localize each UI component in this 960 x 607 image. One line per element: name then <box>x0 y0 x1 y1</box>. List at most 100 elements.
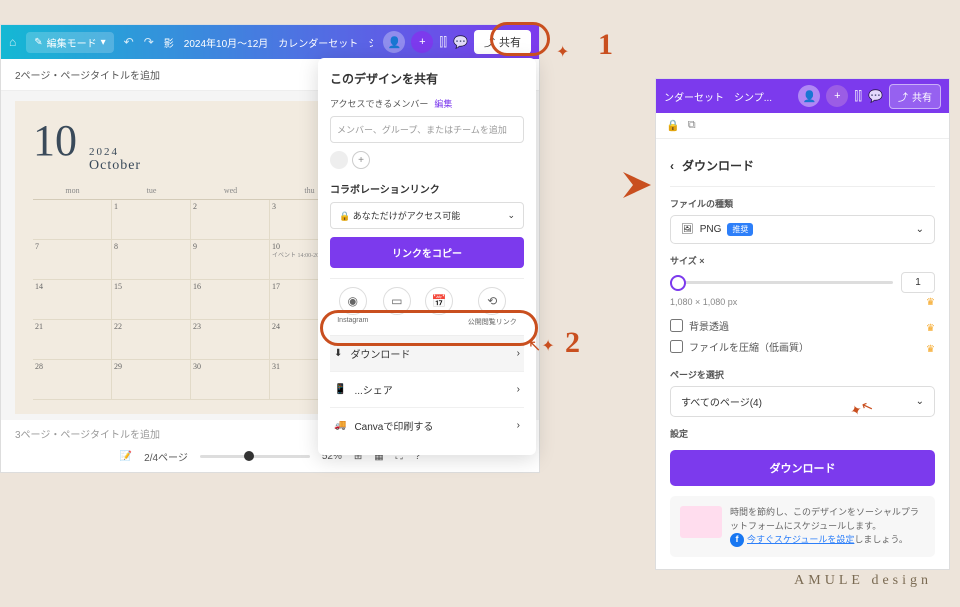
crown-icon: ♛ <box>926 323 935 334</box>
day-cell: 16 <box>191 280 270 320</box>
month-number: 10 <box>33 115 77 166</box>
avatar[interactable]: 👤 <box>383 31 405 53</box>
annotation-arrow <box>573 160 653 213</box>
device-icon: ▭ <box>383 287 411 315</box>
download-menu-item[interactable]: ⬇ダウンロード › <box>330 336 524 372</box>
day-cell: 30 <box>191 360 270 400</box>
filetype-select[interactable]: 🖼PNG推奨 ⌄ <box>670 215 935 244</box>
chevron-right-icon: › <box>517 384 520 395</box>
print-menu-item[interactable]: 🚚Canvaで印刷する › <box>330 408 524 443</box>
day-cell: 8 <box>112 240 191 280</box>
share-button[interactable]: ⤴ 共有 <box>889 84 941 109</box>
annotation-number-2: 2 <box>565 326 580 360</box>
schedule-promo: 時間を節約し、このデザインをソーシャルプラットフォームにスケジュールします。 f… <box>670 496 935 557</box>
comment-icon[interactable]: 💬 <box>868 89 883 103</box>
crown-icon: ♛ <box>926 344 935 355</box>
annotation-number-1: 1 <box>598 28 613 62</box>
facebook-icon: f <box>730 533 744 547</box>
analytics-icon[interactable]: ⫿⫿ <box>854 89 862 104</box>
filetype-label: ファイルの種類 <box>670 197 935 210</box>
day-cell <box>33 200 112 240</box>
add-member-icon[interactable]: + <box>826 85 848 107</box>
compress-checkbox[interactable]: ファイルを圧縮（低画質） <box>670 339 809 354</box>
day-cell: 7 <box>33 240 112 280</box>
add-member-button[interactable]: + <box>352 151 370 169</box>
day-cell: 2 <box>191 200 270 240</box>
settings-label: 設定 <box>670 427 935 440</box>
instagram-share[interactable]: ◉Instagram <box>337 287 368 327</box>
image-icon: 🖼 <box>681 224 694 235</box>
add-member-icon[interactable]: + <box>411 31 433 53</box>
chevron-right-icon: › <box>517 420 520 431</box>
schedule-link[interactable]: 今すぐスケジュールを設定 <box>747 534 854 544</box>
print-icon: 🚚 <box>334 420 346 431</box>
day-cell: 1 <box>112 200 191 240</box>
download-button[interactable]: ダウンロード <box>670 450 935 486</box>
chevron-down-icon: ⌄ <box>916 224 924 235</box>
dimensions-text: 1,080 × 1,080 px <box>670 297 737 308</box>
day-cell: 14 <box>33 280 112 320</box>
access-edit-link[interactable]: 編集 <box>434 99 452 109</box>
home-icon[interactable]: ⌂ <box>9 35 16 49</box>
download-back-button[interactable]: ‹ ダウンロード <box>670 151 935 187</box>
member-input[interactable]: メンバー、グループ、またはチームを追加 <box>330 116 524 143</box>
duplicate-icon[interactable]: ⧉ <box>688 119 696 132</box>
day-cell: 22 <box>112 320 191 360</box>
public-link-share[interactable]: ⟲公開閲覧リンク <box>468 287 517 327</box>
size-input[interactable]: 1 <box>901 272 935 293</box>
edit-mode-button[interactable]: ✎ 編集モード ▾ <box>26 32 113 53</box>
brand-watermark: AMULE design <box>794 573 932 589</box>
share-panel: このデザインを共有 アクセスできるメンバー編集 メンバー、グループ、またはチーム… <box>318 58 536 455</box>
lock-icon[interactable]: 🔒 <box>666 119 680 132</box>
size-label: サイズ × <box>670 254 935 267</box>
member-avatar[interactable] <box>330 151 348 169</box>
undo-icon[interactable]: ↶ <box>124 35 134 49</box>
avatar[interactable]: 👤 <box>798 85 820 107</box>
sparkle-icon: ↖✦ <box>528 336 555 356</box>
copy-link-button[interactable]: リンクをコピー <box>330 237 524 268</box>
calendar-year: 2024 <box>89 146 141 158</box>
analytics-icon[interactable]: ⫿⫿ <box>439 35 447 50</box>
right-toolbar: ンダーセット シンプ... 👤 + ⫿⫿ 💬 ⤴ 共有 <box>656 79 949 113</box>
redo-icon[interactable]: ↷ <box>144 35 154 49</box>
main-toolbar: ⌂ ✎ 編集モード ▾ ↶ ↷ 影 2024年10月～12月 カレンダーセット … <box>1 25 539 59</box>
chevron-down-icon: ⌄ <box>916 396 924 407</box>
day-cell: 29 <box>112 360 191 400</box>
download-panel: ‹ ダウンロード ファイルの種類 🖼PNG推奨 ⌄ サイズ × 1 1,080 … <box>656 139 949 569</box>
download-icon: ⬇ <box>334 348 342 359</box>
zoom-slider[interactable] <box>200 455 310 458</box>
calendar-icon: 📅 <box>425 287 453 315</box>
share-panel-title: このデザインを共有 <box>330 70 524 87</box>
pages-label: ページを選択 <box>670 368 935 381</box>
chevron-left-icon: ‹ <box>670 159 674 173</box>
chevron-down-icon: ⌄ <box>507 210 515 221</box>
instagram-icon: ◉ <box>339 287 367 315</box>
size-slider[interactable] <box>670 281 893 284</box>
day-cell: 21 <box>33 320 112 360</box>
share-button[interactable]: ⤴ 共有 <box>474 30 531 54</box>
social-item[interactable]: 📅 <box>425 287 453 327</box>
social-item[interactable]: ▭ <box>383 287 411 327</box>
day-cell: 28 <box>33 360 112 400</box>
collab-access-select[interactable]: 🔒 あなただけがアクセス可能 ⌄ <box>330 202 524 229</box>
page-count: 2/4ページ <box>144 449 188 464</box>
sparkle-icon: ✦ <box>556 42 569 62</box>
sns-share-menu-item[interactable]: 📱...シェア › <box>330 372 524 408</box>
comment-icon[interactable]: 💬 <box>453 35 468 49</box>
pages-select[interactable]: すべてのページ(4) ⌄ <box>670 386 935 417</box>
document-title: 影 2024年10月～12月 カレンダーセット シンプ... <box>164 35 374 50</box>
document-title: ンダーセット シンプ... <box>664 89 772 104</box>
day-cell: 23 <box>191 320 270 360</box>
notes-icon[interactable]: 📝 <box>120 451 132 462</box>
page-toolbar: 🔒 ⧉ <box>656 113 949 139</box>
calendar-month: October <box>89 158 141 174</box>
page-title-input[interactable]: 2ページ・ページタイトルを追加 <box>15 67 160 82</box>
transparent-checkbox[interactable]: 背景透過 <box>670 318 729 333</box>
link-icon: ⟲ <box>478 287 506 315</box>
crown-icon: ♛ <box>926 297 935 308</box>
promo-thumbnail <box>680 506 722 538</box>
day-cell: 15 <box>112 280 191 320</box>
recommended-badge: 推奨 <box>727 223 753 236</box>
right-screenshot: ンダーセット シンプ... 👤 + ⫿⫿ 💬 ⤴ 共有 🔒 ⧉ ‹ ダウンロード… <box>655 78 950 570</box>
share-icon: 📱 <box>334 384 346 395</box>
